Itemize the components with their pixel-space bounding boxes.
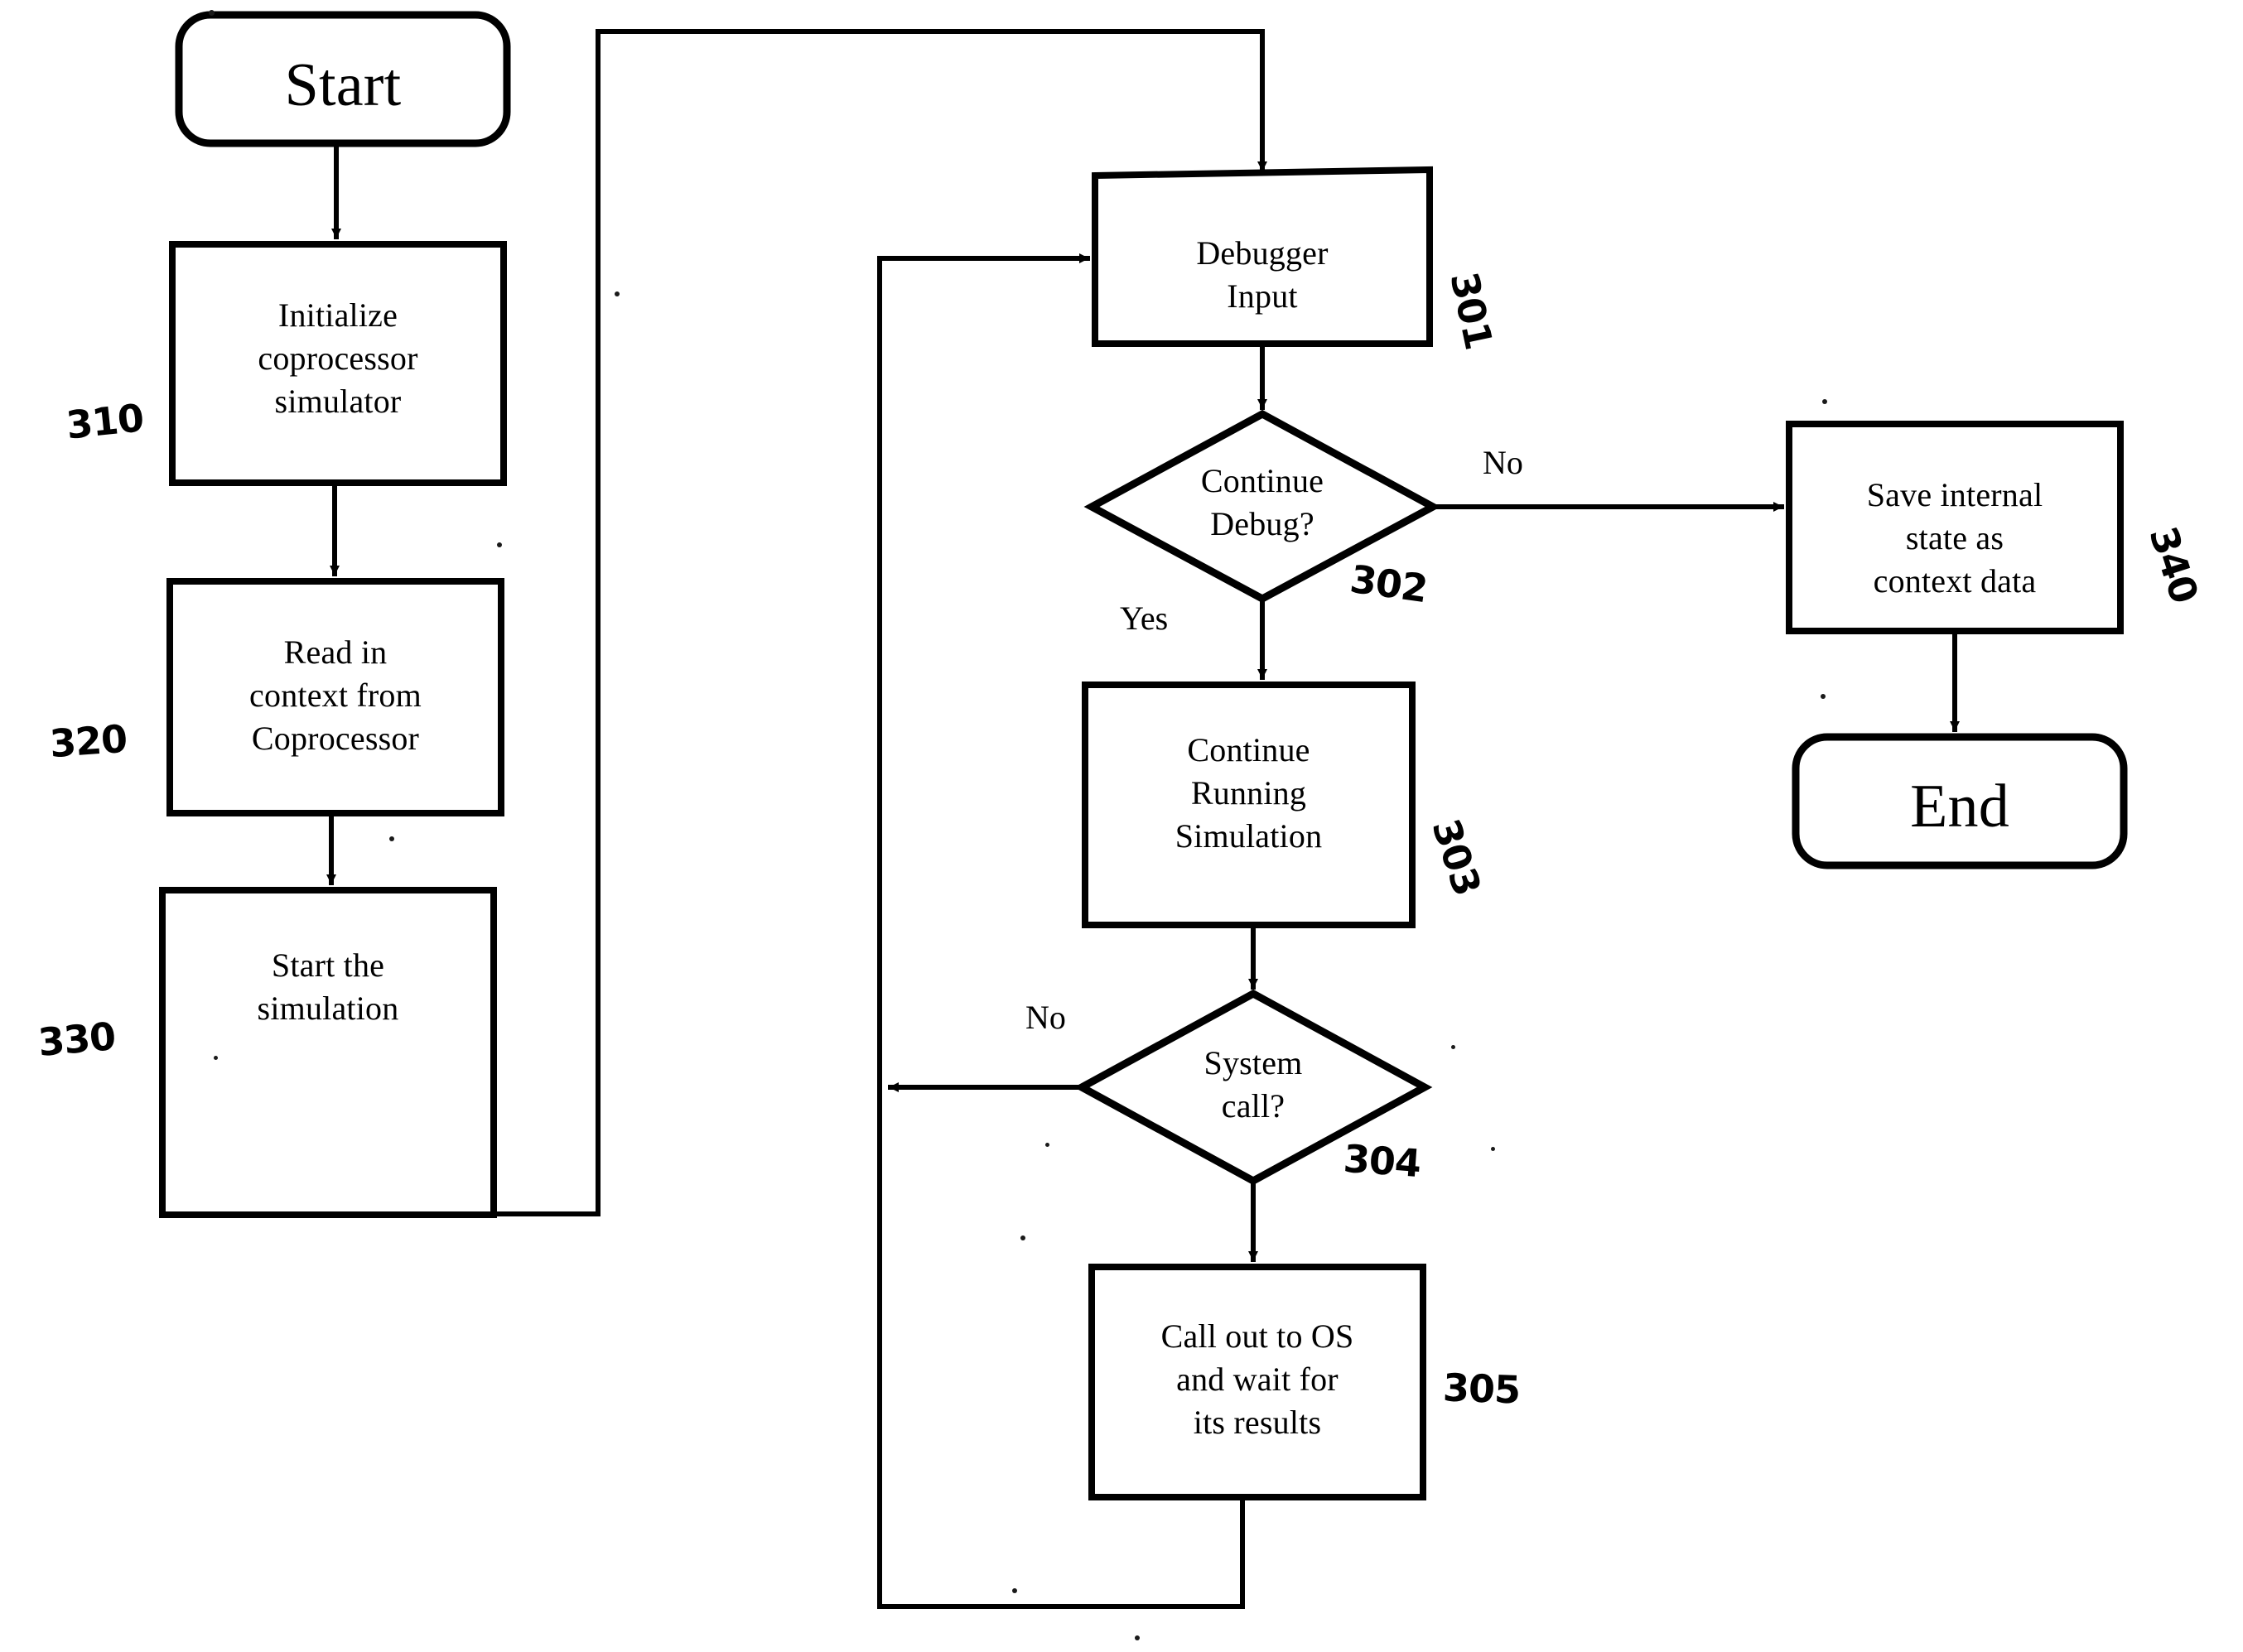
shape-readctx: [166, 578, 504, 816]
edge-label-continue-debug-yes: Yes: [1120, 600, 1169, 637]
scan-speck: [1822, 399, 1827, 404]
shape-startsim: [159, 887, 497, 1218]
diagram-vector-layer: [159, 11, 2128, 1609]
shape-init: [169, 241, 507, 486]
shape-continue-running: [1082, 682, 1416, 928]
scan-speck: [389, 836, 394, 841]
reference-numeral-310: 310: [64, 395, 146, 448]
shape-debugger-input: [1092, 166, 1433, 347]
reference-numeral-305: 305: [1442, 1365, 1521, 1413]
scan-speck: [1135, 1635, 1140, 1640]
shape-save-state: [1786, 421, 2124, 634]
scan-speck: [209, 10, 215, 16]
edge-label-system-call-no: No: [1025, 999, 1066, 1036]
reference-numeral-330: 330: [36, 1014, 118, 1065]
shape-callout-os: [1088, 1264, 1426, 1500]
scan-speck: [1020, 1235, 1025, 1240]
scan-speck: [214, 1056, 218, 1060]
scan-speck: [1821, 694, 1826, 699]
scan-speck: [1012, 1588, 1017, 1593]
scan-speck: [615, 291, 620, 296]
scan-speck: [1451, 1045, 1455, 1049]
shape-start: [175, 11, 511, 147]
scan-speck: [1491, 1147, 1495, 1151]
reference-numeral-320: 320: [48, 715, 128, 767]
scan-speck: [1045, 1143, 1049, 1147]
flowchart-canvas: Start Initialize coprocessor simulator R…: [0, 0, 2243, 1652]
scan-speck: [497, 542, 502, 547]
reference-numeral-304: 304: [1342, 1135, 1422, 1187]
edge-label-continue-debug-no: No: [1483, 444, 1523, 481]
shape-end: [1792, 733, 2128, 869]
